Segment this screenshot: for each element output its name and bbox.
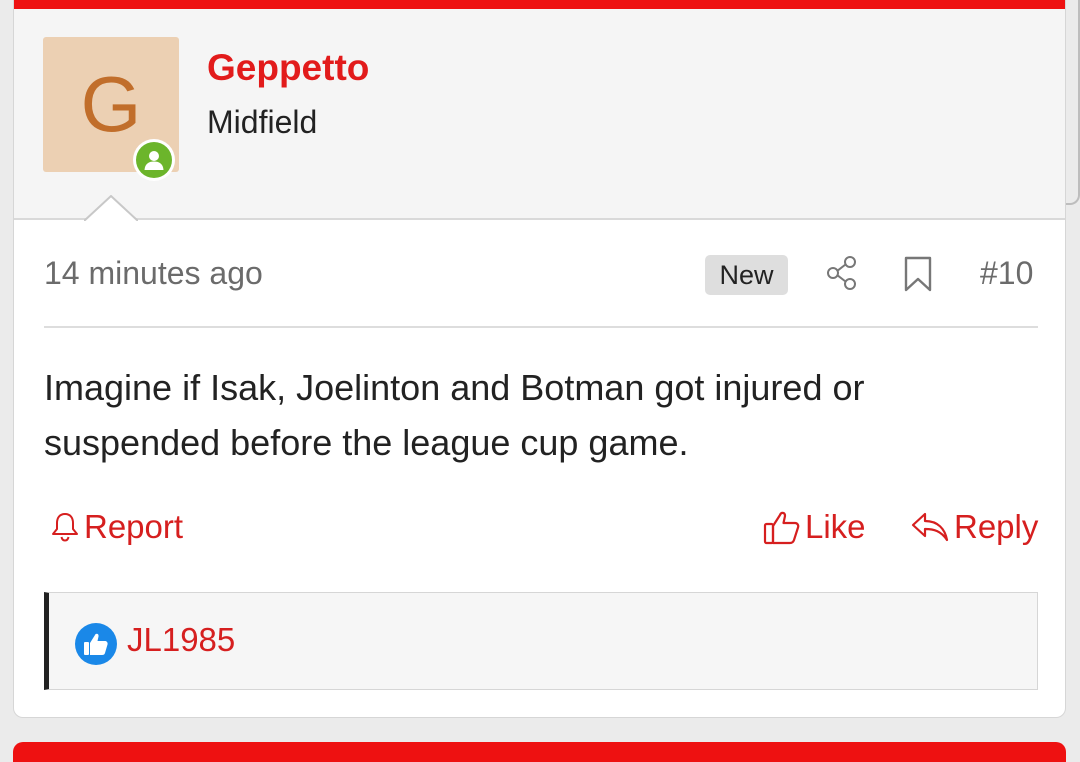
bell-icon bbox=[52, 513, 78, 542]
user-info-block: G Geppetto Midfield bbox=[14, 9, 1065, 220]
thumbs-up-outline-icon bbox=[763, 511, 800, 545]
avatar-letter: G bbox=[80, 60, 142, 148]
next-post-accent-bar bbox=[13, 742, 1066, 762]
online-status-icon bbox=[133, 139, 175, 181]
post-top-accent-bar bbox=[14, 0, 1065, 9]
post-card: G Geppetto Midfield 14 minutes ago New #… bbox=[13, 0, 1066, 718]
reply-icon bbox=[911, 512, 949, 542]
reply-button[interactable]: Reply bbox=[910, 508, 1038, 546]
user-title: Midfield bbox=[207, 104, 318, 140]
post-message: Imagine if Isak, Joelinton and Botman go… bbox=[44, 367, 865, 463]
username-link[interactable]: Geppetto bbox=[207, 47, 369, 89]
user-block-caret bbox=[84, 195, 138, 225]
report-button[interactable]: Report bbox=[50, 508, 183, 546]
thumbs-up-icon bbox=[75, 623, 117, 665]
new-badge: New bbox=[705, 255, 788, 295]
report-label: Report bbox=[84, 508, 184, 545]
header-divider bbox=[44, 326, 1038, 328]
scrollbar-edge bbox=[1066, 0, 1080, 205]
like-label: Like bbox=[805, 508, 866, 545]
share-icon[interactable] bbox=[826, 255, 858, 291]
reply-label: Reply bbox=[954, 508, 1039, 545]
reaction-user-link[interactable]: JL1985 bbox=[127, 621, 235, 659]
reactions-bar: JL1985 bbox=[44, 592, 1038, 690]
bookmark-icon[interactable] bbox=[903, 255, 933, 293]
like-button[interactable]: Like bbox=[763, 508, 866, 546]
post-number-link[interactable]: #10 bbox=[980, 255, 1033, 292]
post-timestamp[interactable]: 14 minutes ago bbox=[44, 255, 263, 292]
